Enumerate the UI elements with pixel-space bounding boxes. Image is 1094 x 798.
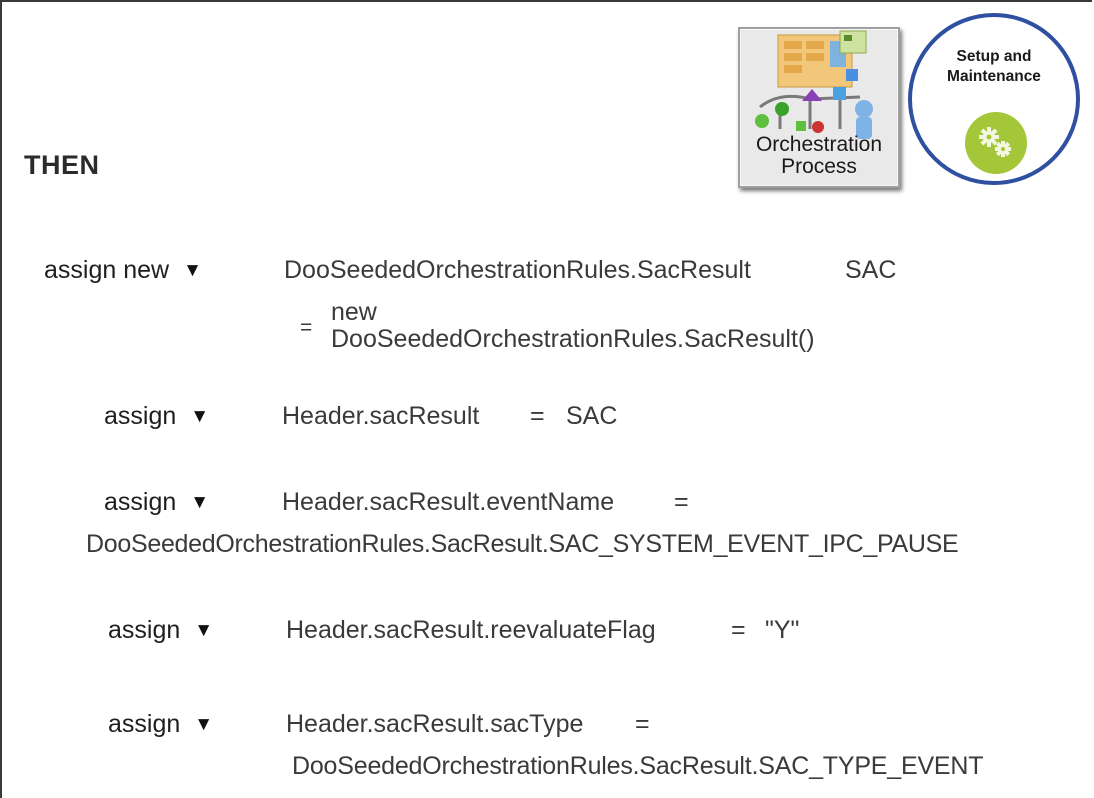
- rule5-equals: =: [635, 710, 650, 738]
- assign-new-dropdown[interactable]: assign new ▼: [44, 256, 202, 285]
- keyword-label: assign: [104, 488, 177, 516]
- triangle-down-icon: ▼: [190, 492, 210, 513]
- keyword-label: assign new: [44, 256, 170, 284]
- rule4-equals: =: [731, 616, 746, 644]
- orchestration-label-line2: Process: [781, 155, 857, 178]
- rule1-rhs-new[interactable]: new: [331, 298, 377, 327]
- triangle-down-icon: ▼: [183, 260, 202, 281]
- setup-title-line2: Maintenance: [947, 68, 1041, 85]
- assign-dropdown[interactable]: assign ▼: [104, 402, 209, 431]
- rule4-lhs[interactable]: Header.sacResult.reevaluateFlag: [286, 616, 656, 645]
- setup-and-maintenance-tile[interactable]: Setup and Maintenance: [908, 13, 1080, 185]
- setup-title-line1: Setup and: [956, 48, 1032, 65]
- orchestration-label-line1: Orchestration: [755, 133, 883, 156]
- rule2-equals: =: [530, 402, 545, 430]
- assign-dropdown[interactable]: assign ▼: [108, 616, 213, 645]
- rule3-lhs[interactable]: Header.sacResult.eventName: [282, 488, 614, 517]
- orchestration-process-tile[interactable]: Orchestration Process: [738, 27, 900, 188]
- triangle-down-icon: ▼: [194, 714, 214, 735]
- rule1-lhs[interactable]: DooSeededOrchestrationRules.SacResult: [284, 256, 751, 285]
- triangle-down-icon: ▼: [190, 406, 210, 427]
- rule3-rhs[interactable]: DooSeededOrchestrationRules.SacResult.SA…: [86, 530, 959, 559]
- triangle-down-icon: ▼: [194, 620, 214, 641]
- rule1-rhs-expression[interactable]: DooSeededOrchestrationRules.SacResult(): [331, 325, 815, 354]
- rule1-equals: =: [300, 316, 313, 339]
- rule5-lhs[interactable]: Header.sacResult.sacType: [286, 710, 583, 739]
- keyword-label: assign: [108, 616, 181, 644]
- assign-dropdown[interactable]: assign ▼: [104, 488, 209, 517]
- rule1-variable[interactable]: SAC: [845, 256, 896, 285]
- keyword-label: assign: [108, 710, 181, 738]
- keyword-label: assign: [104, 402, 177, 430]
- gears-icon: [965, 112, 1027, 174]
- rule2-lhs[interactable]: Header.sacResult: [282, 402, 479, 431]
- then-heading: THEN: [24, 150, 100, 180]
- rule2-rhs[interactable]: SAC: [566, 402, 617, 431]
- rule5-rhs[interactable]: DooSeededOrchestrationRules.SacResult.SA…: [292, 752, 984, 781]
- assign-dropdown[interactable]: assign ▼: [108, 710, 213, 739]
- rule4-rhs[interactable]: "Y": [765, 616, 799, 645]
- rule3-equals: =: [674, 488, 689, 516]
